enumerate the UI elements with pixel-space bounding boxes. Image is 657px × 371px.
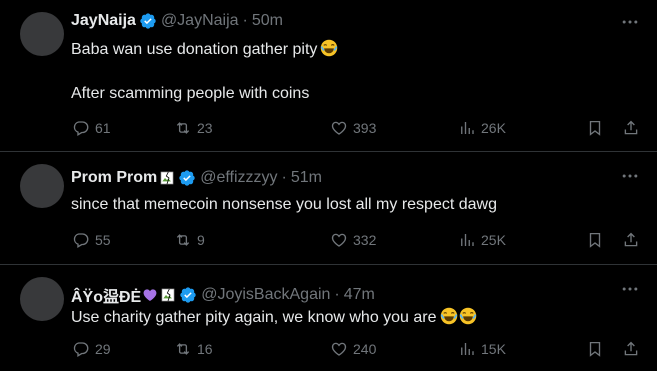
author-name[interactable]: ÂŸo䀀ĐĖ (71, 283, 141, 307)
reply-count: 61 (95, 120, 111, 136)
retweet-count: 23 (197, 120, 213, 136)
retweet-button[interactable]: 9 (174, 230, 205, 250)
more-icon[interactable] (619, 279, 641, 299)
views-count: 15K (481, 341, 506, 357)
separator: · (281, 169, 287, 186)
views-count: 26K (481, 120, 506, 136)
bookmark-icon (586, 119, 604, 137)
verified-icon (179, 286, 197, 304)
bookmark-button[interactable] (586, 230, 604, 250)
share-icon (622, 119, 640, 137)
retweet-icon (174, 231, 192, 249)
author-name[interactable]: JayNaija (71, 12, 136, 30)
bookmark-icon (586, 340, 604, 358)
bookmark-icon (586, 231, 604, 249)
avatar[interactable] (20, 12, 64, 56)
reply-icon (72, 231, 90, 249)
tweet-header: ÂŸo䀀ĐĖ @JoyisBackAgain · 47m (71, 283, 375, 307)
tweet[interactable]: ÂŸo䀀ĐĖ @JoyisBackAgain · 47m Use charity… (0, 265, 657, 371)
tweet-line: since that memecoin nonsense you lost al… (71, 196, 497, 213)
separator: · (334, 286, 340, 303)
reply-button[interactable]: 55 (72, 230, 111, 250)
like-icon (330, 119, 348, 137)
views-button[interactable]: 26K (458, 118, 506, 138)
timestamp[interactable]: 47m (344, 286, 375, 304)
like-count: 393 (353, 120, 377, 136)
retweet-icon (174, 340, 192, 358)
reply-count: 29 (95, 341, 111, 357)
share-button[interactable] (622, 118, 640, 138)
timestamp[interactable]: 51m (291, 169, 322, 187)
share-icon (622, 231, 640, 249)
tweet-actions: 61 23 393 26K (72, 118, 641, 138)
verified-icon (139, 12, 157, 30)
share-icon (622, 340, 640, 358)
like-button[interactable]: 332 (330, 230, 376, 250)
retweet-count: 9 (197, 232, 205, 248)
views-count: 25K (481, 232, 506, 248)
tweet-text: After scamming people with coins (71, 84, 309, 104)
author-handle[interactable]: @effizzzyy (200, 169, 277, 187)
reply-icon (72, 119, 90, 137)
tweet-actions: 55 9 332 25K (72, 230, 641, 250)
like-button[interactable]: 240 (330, 339, 376, 359)
like-icon (330, 231, 348, 249)
joy-emoji-icon (320, 39, 338, 57)
tweet-line: After scamming people with coins (71, 85, 310, 102)
author-handle[interactable]: @JoyisBackAgain (201, 286, 330, 304)
tweet-header: JayNaija @JayNaija · 50m (71, 12, 283, 30)
author-name[interactable]: Prom Prom (71, 169, 157, 187)
reply-icon (72, 340, 90, 358)
more-icon[interactable] (619, 12, 641, 32)
reply-count: 55 (95, 232, 111, 248)
broken-image-icon (159, 170, 175, 186)
tweet-header: Prom Prom @effizzzyy · 51m (71, 169, 322, 187)
views-button[interactable]: 25K (458, 230, 506, 250)
tweet-line: Baba wan use donation gather pity (71, 41, 318, 58)
like-icon (330, 340, 348, 358)
like-button[interactable]: 393 (330, 118, 376, 138)
retweet-icon (174, 119, 192, 137)
views-icon (458, 340, 476, 358)
tweet-text: Baba wan use donation gather pity (71, 39, 338, 60)
retweet-button[interactable]: 16 (174, 339, 213, 359)
joy-emoji-icon (440, 307, 458, 325)
like-count: 332 (353, 232, 377, 248)
broken-image-icon (160, 287, 176, 303)
views-button[interactable]: 15K (458, 339, 506, 359)
author-name-part: ÂŸo (71, 289, 103, 306)
timestamp[interactable]: 50m (252, 12, 283, 30)
author-name-part: 䀀ĐĖ (103, 289, 142, 306)
retweet-button[interactable]: 23 (174, 118, 213, 138)
tweet[interactable]: JayNaija @JayNaija · 50m Baba wan use do… (0, 0, 657, 152)
reply-button[interactable]: 29 (72, 339, 111, 359)
tweet-actions: 29 16 240 15K (72, 339, 641, 359)
joy-emoji-icon (459, 307, 477, 325)
like-count: 240 (353, 341, 377, 357)
purple-heart-icon (142, 287, 158, 303)
tweet[interactable]: Prom Prom @effizzzyy · 51m since that me… (0, 152, 657, 265)
views-icon (458, 231, 476, 249)
avatar[interactable] (20, 277, 64, 321)
share-button[interactable] (622, 230, 640, 250)
reply-button[interactable]: 61 (72, 118, 111, 138)
retweet-count: 16 (197, 341, 213, 357)
more-icon[interactable] (619, 166, 641, 186)
tweet-text: since that memecoin nonsense you lost al… (71, 195, 497, 215)
bookmark-button[interactable] (586, 118, 604, 138)
share-button[interactable] (622, 339, 640, 359)
verified-icon (178, 169, 196, 187)
bookmark-button[interactable] (586, 339, 604, 359)
views-icon (458, 119, 476, 137)
tweet-line: Use charity gather pity again, we know w… (71, 309, 437, 326)
tweet-text: Use charity gather pity again, we know w… (71, 307, 477, 328)
avatar[interactable] (20, 164, 64, 208)
author-handle[interactable]: @JayNaija (161, 12, 239, 30)
separator: · (242, 12, 248, 29)
